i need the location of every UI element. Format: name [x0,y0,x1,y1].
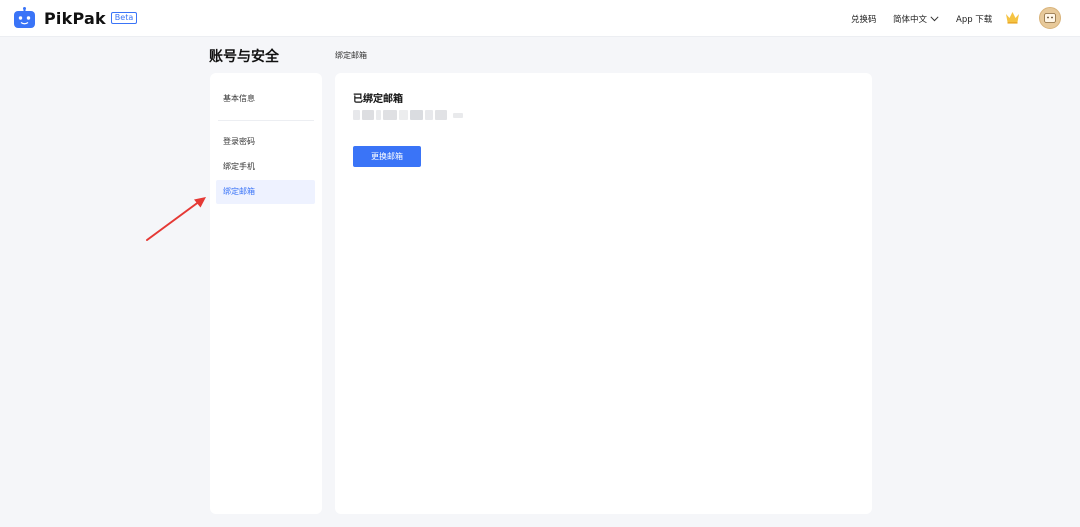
chevron-down-icon [930,16,939,22]
language-selector[interactable]: 简体中文 [893,13,939,25]
masked-email-address [353,110,465,120]
settings-sidebar: 基本信息 登录密码 绑定手机 绑定邮箱 [210,73,322,514]
sidebar-item-bind-email[interactable]: 绑定邮箱 [216,180,315,204]
avatar[interactable] [1039,7,1061,29]
avatar-face-icon [1044,13,1056,23]
breadcrumb: 绑定邮箱 [335,51,367,60]
pikpak-logo-icon [14,7,35,28]
crown-icon[interactable] [1005,11,1020,24]
top-bar: PikPak Beta 兑换码 简体中文 App 下载 [0,0,1080,37]
brand-name: PikPak [44,8,106,28]
app-download-link[interactable]: App 下载 [956,13,992,25]
beta-badge: Beta [110,12,138,24]
page-title: 账号与安全 [209,49,279,65]
brand[interactable]: PikPak Beta [13,7,138,29]
language-label: 简体中文 [893,15,928,25]
sidebar-item-basic-info[interactable]: 基本信息 [216,87,315,111]
section-title: 已绑定邮箱 [353,94,403,105]
change-email-button[interactable]: 更换邮箱 [353,146,421,167]
annotation-arrow-icon [146,197,206,241]
bound-email-panel: 已绑定邮箱 更换邮箱 [335,73,872,514]
sidebar-divider [218,120,314,121]
sidebar-item-login-password[interactable]: 登录密码 [216,130,315,154]
sidebar-item-bind-phone[interactable]: 绑定手机 [216,155,315,179]
redeem-code-link[interactable]: 兑换码 [851,13,877,25]
